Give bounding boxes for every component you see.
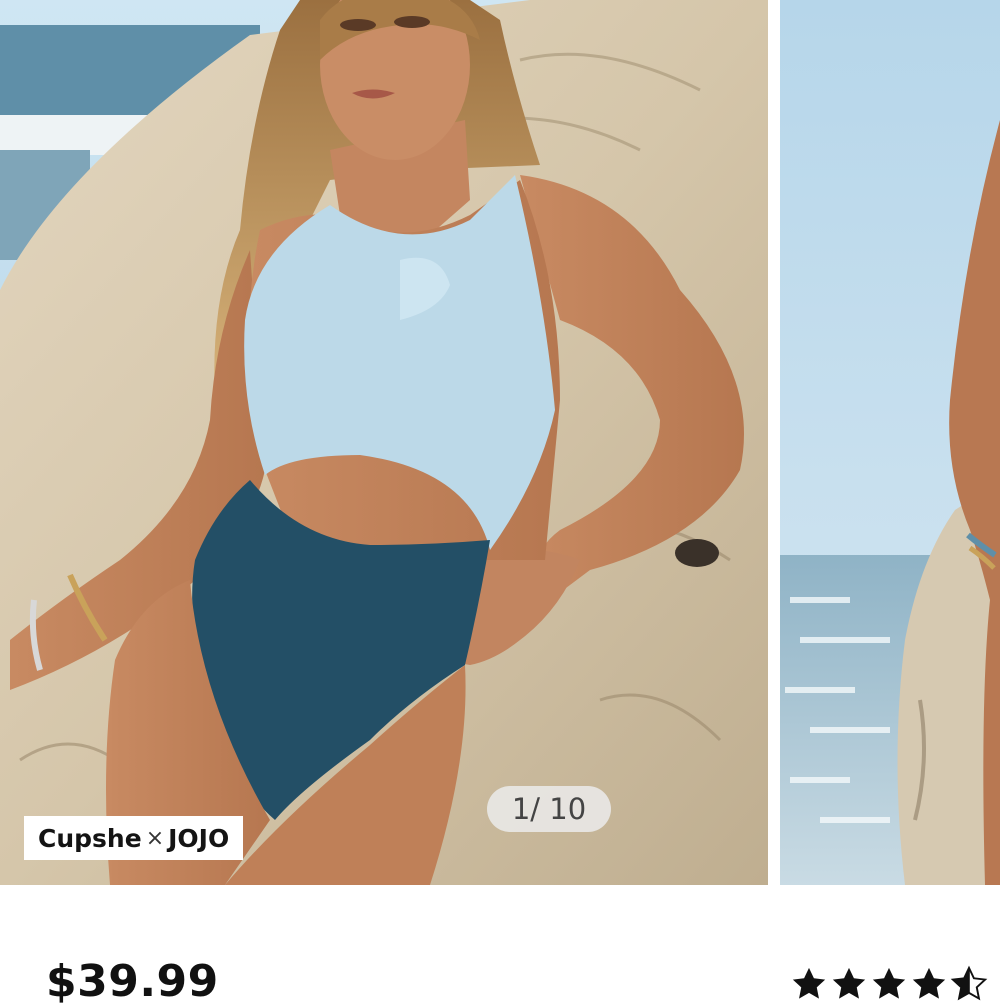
product-image-main[interactable]: Cupshe × JOJO 1/ 10: [0, 0, 768, 885]
star-icon: [792, 967, 826, 999]
slide-counter: 1/ 10: [487, 786, 611, 832]
brand-separator: ×: [145, 825, 165, 851]
product-price: $39.99: [46, 956, 219, 1007]
star-icon: [832, 967, 866, 999]
product-image-gallery[interactable]: Cupshe × JOJO 1/ 10: [0, 0, 1000, 885]
brand-name: Cupshe: [38, 823, 142, 853]
star-half-icon: [950, 965, 988, 1001]
star-icon: [912, 967, 946, 999]
brand-collab-badge: Cupshe × JOJO: [24, 816, 244, 860]
brand-collab-name: JOJO: [168, 823, 230, 853]
product-rating[interactable]: [790, 965, 988, 1003]
star-icon: [872, 967, 906, 999]
product-image-next[interactable]: [780, 0, 1000, 885]
